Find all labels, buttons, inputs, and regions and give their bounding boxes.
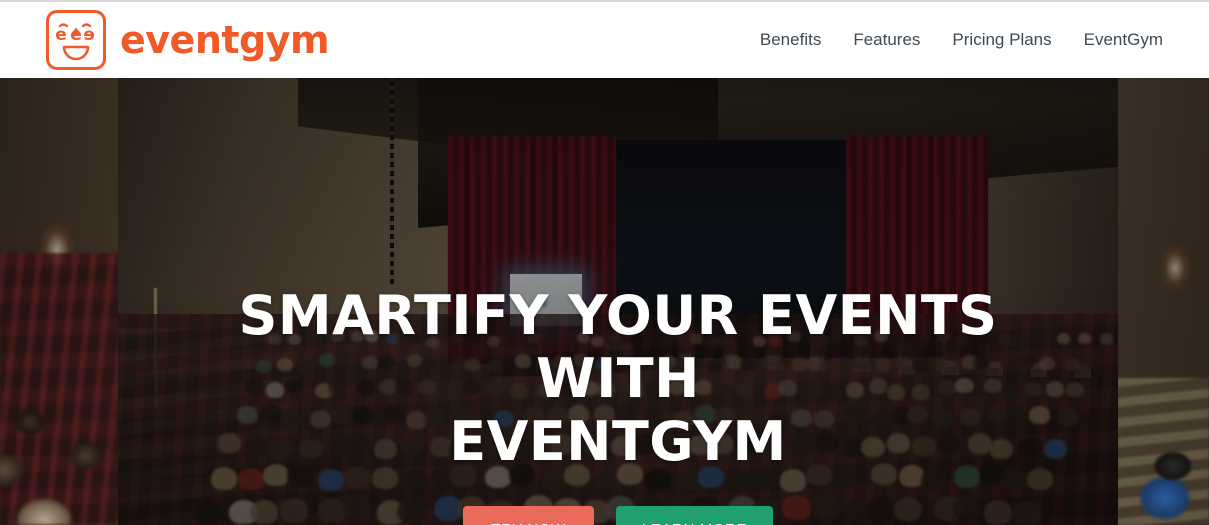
hero-cta-group: TRY NOW LEARN MORE (463, 505, 773, 525)
svg-text:e: e (83, 25, 95, 45)
learn-more-button[interactable]: LEARN MORE (616, 506, 773, 525)
hero-headline: SMARTIFY YOUR EVENTS WITH EVENTGYM (168, 284, 1068, 474)
hero-headline-line-2: EVENTGYM (449, 410, 787, 474)
main-navigation: Benefits Features Pricing Plans EventGym (744, 22, 1179, 58)
hero-right-attendee (1121, 450, 1207, 525)
landing-page: e e e eventgym Benefits Features Pricing… (0, 0, 1209, 525)
nav-item-pricing-plans[interactable]: Pricing Plans (936, 22, 1067, 58)
site-header: e e e eventgym Benefits Features Pricing… (0, 2, 1209, 78)
hero-section: SMARTIFY YOUR EVENTS WITH EVENTGYM TRY N… (0, 78, 1209, 525)
nav-item-eventgym[interactable]: EventGym (1068, 22, 1179, 58)
nav-item-benefits[interactable]: Benefits (744, 22, 837, 58)
brand-wordmark: eventgym (120, 18, 330, 62)
hero-headline-line-1: SMARTIFY YOUR EVENTS WITH (238, 284, 998, 411)
hero-left-audience (0, 378, 130, 525)
eventgym-face-logo-icon: e e e (46, 10, 106, 70)
hero-content: SMARTIFY YOUR EVENTS WITH EVENTGYM TRY N… (118, 78, 1118, 525)
svg-text:e: e (55, 25, 67, 45)
nav-item-features[interactable]: Features (837, 22, 936, 58)
try-now-button[interactable]: TRY NOW (463, 505, 594, 525)
brand-logo-link[interactable]: e e e eventgym (46, 10, 330, 70)
